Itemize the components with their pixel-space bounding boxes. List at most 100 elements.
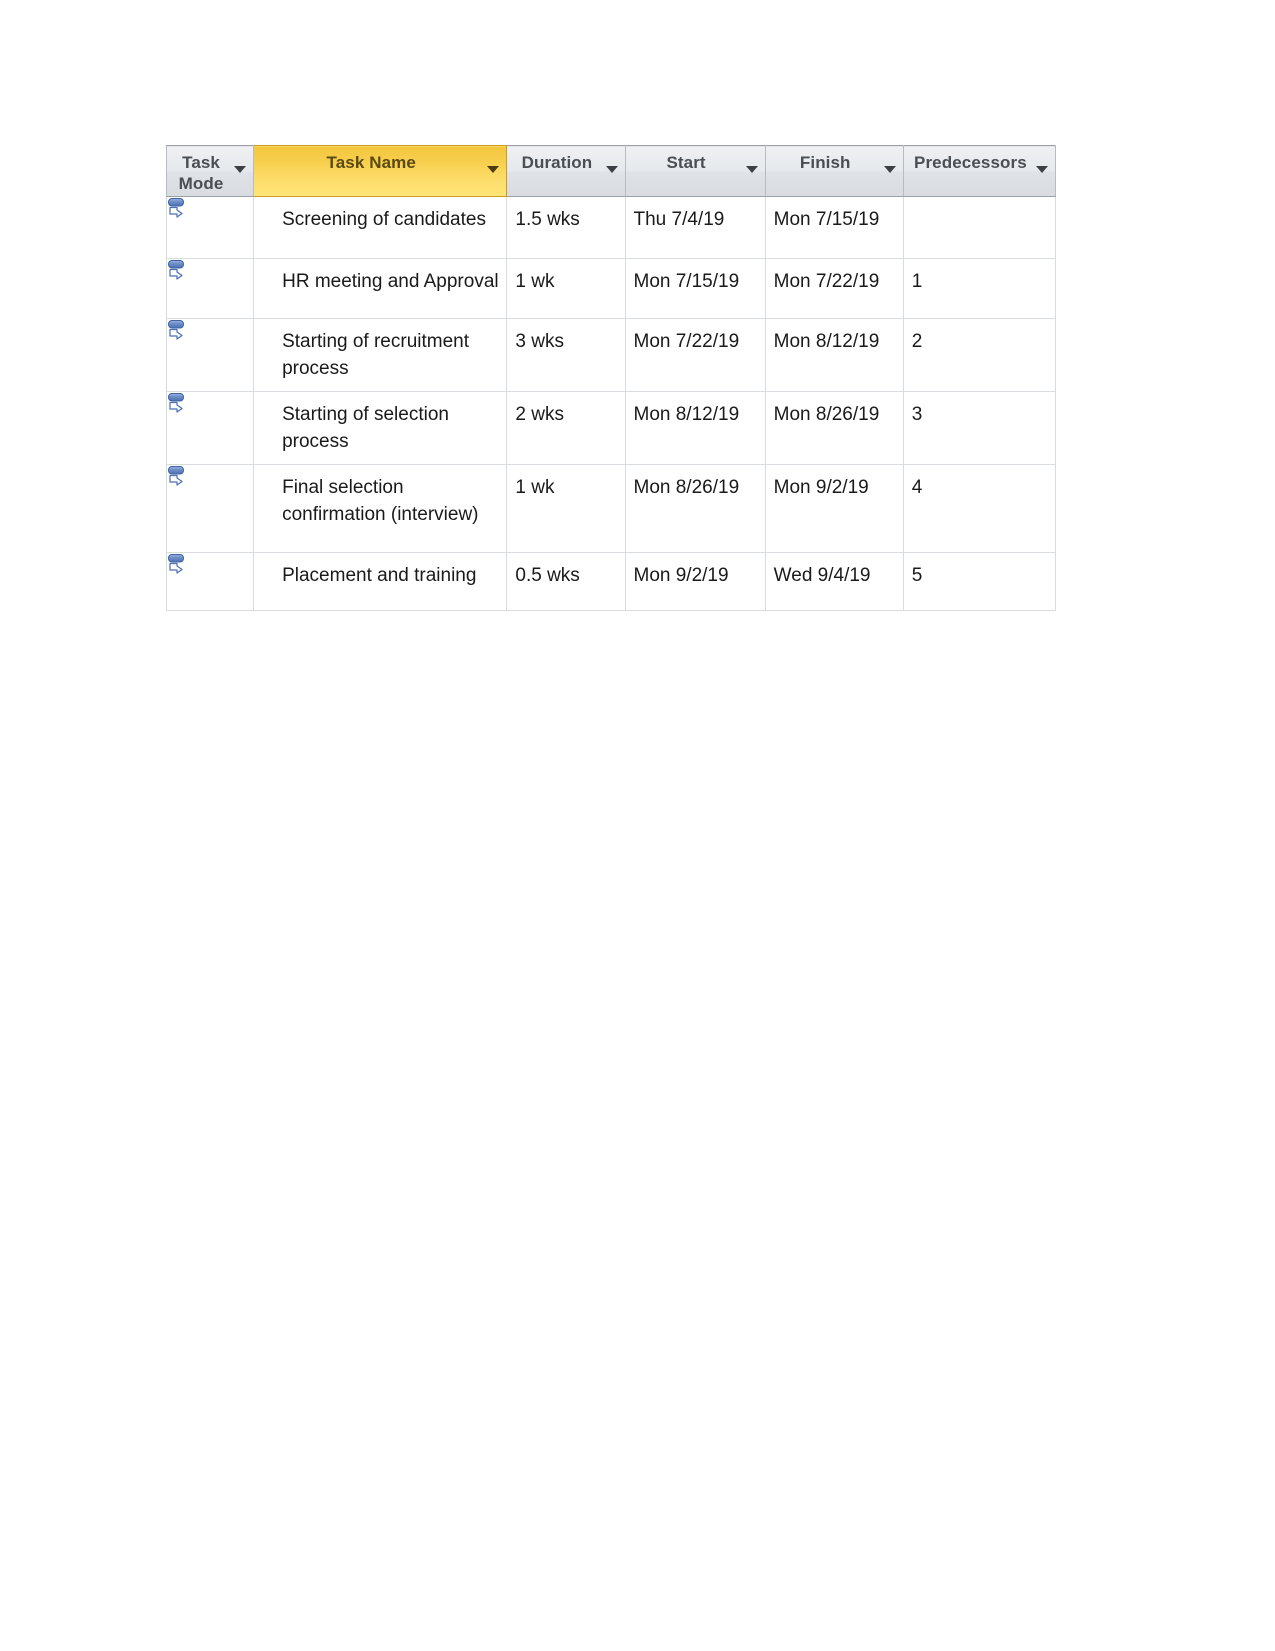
duration-cell[interactable]: 2 wks — [506, 391, 626, 465]
table-header-row: Task Mode Task Name Duration Start Finis… — [165, 145, 1057, 197]
table-row[interactable]: Starting of selection process 2 wks Mon … — [165, 391, 1057, 465]
finish-value: Mon 7/15/19 — [773, 209, 880, 230]
column-header-predecessors-label: Predecessors — [914, 153, 1027, 172]
start-value: Thu 7/4/19 — [633, 209, 725, 230]
start-cell[interactable]: Mon 7/15/19 — [625, 258, 766, 319]
predecessors-value: 5 — [911, 565, 923, 586]
table-row[interactable]: Placement and training 0.5 wks Mon 9/2/1… — [165, 552, 1057, 611]
predecessors-value — [904, 197, 1055, 215]
predecessors-cell[interactable]: 4 — [903, 464, 1057, 553]
column-header-finish[interactable]: Finish — [765, 145, 904, 197]
duration-value: 3 wks — [515, 331, 564, 352]
duration-cell[interactable]: 1.5 wks — [506, 196, 626, 259]
finish-cell[interactable]: Mon 7/22/19 — [765, 258, 904, 319]
task-name-cell[interactable]: HR meeting and Approval — [253, 258, 508, 319]
duration-cell[interactable]: 1 wk — [506, 258, 626, 319]
finish-value: Mon 8/26/19 — [773, 404, 880, 425]
task-name-value: Screening of candidates — [282, 209, 486, 230]
finish-value: Mon 7/22/19 — [773, 271, 880, 292]
project-task-table: Task Mode Task Name Duration Start Finis… — [165, 145, 1057, 611]
task-name-cell[interactable]: Starting of selection process — [253, 391, 508, 465]
start-cell[interactable]: Mon 7/22/19 — [625, 318, 766, 392]
task-mode-cell[interactable] — [165, 318, 255, 392]
duration-cell[interactable]: 0.5 wks — [506, 552, 626, 611]
filter-dropdown-icon[interactable] — [1036, 166, 1048, 173]
table-row[interactable]: Screening of candidates 1.5 wks Thu 7/4/… — [165, 196, 1057, 259]
task-name-value: Starting of recruitment process — [282, 331, 470, 379]
duration-value: 1.5 wks — [515, 209, 580, 230]
finish-value: Mon 9/2/19 — [773, 477, 869, 498]
filter-dropdown-icon[interactable] — [605, 166, 618, 173]
task-name-cell[interactable]: Placement and training — [253, 552, 508, 611]
start-value: Mon 8/26/19 — [633, 477, 740, 498]
predecessors-cell[interactable] — [903, 196, 1057, 259]
finish-cell[interactable]: Wed 9/4/19 — [765, 552, 904, 611]
column-header-task-name-label: Task Name — [326, 153, 416, 172]
predecessors-cell[interactable]: 5 — [903, 552, 1057, 611]
filter-dropdown-icon[interactable] — [487, 166, 500, 173]
predecessors-cell[interactable]: 2 — [903, 318, 1057, 392]
table-body: Screening of candidates 1.5 wks Thu 7/4/… — [165, 196, 1057, 611]
column-header-task-name[interactable]: Task Name — [253, 145, 508, 197]
predecessors-value: 4 — [911, 477, 923, 498]
predecessors-value: 1 — [911, 271, 923, 292]
document-page: Task Mode Task Name Duration Start Finis… — [0, 0, 1275, 1651]
filter-dropdown-icon[interactable] — [883, 166, 896, 173]
manually-scheduled-task-icon — [167, 259, 193, 285]
column-header-start-label: Start — [666, 153, 706, 172]
manually-scheduled-task-icon — [167, 392, 193, 418]
duration-value: 1 wk — [515, 477, 555, 498]
column-header-task-mode[interactable]: Task Mode — [165, 145, 255, 197]
task-mode-cell[interactable] — [165, 196, 255, 259]
manually-scheduled-task-icon — [167, 553, 193, 579]
task-name-value: Starting of selection process — [282, 404, 449, 452]
task-mode-cell[interactable] — [165, 258, 255, 319]
column-header-start[interactable]: Start — [625, 145, 766, 197]
start-value: Mon 8/12/19 — [633, 404, 740, 425]
column-header-duration[interactable]: Duration — [506, 145, 626, 197]
task-name-value: Placement and training — [282, 565, 477, 586]
finish-value: Wed 9/4/19 — [773, 565, 871, 586]
task-name-value: HR meeting and Approval — [282, 271, 499, 292]
task-mode-cell[interactable] — [165, 464, 255, 553]
start-cell[interactable]: Mon 8/26/19 — [625, 464, 766, 553]
start-value: Mon 7/15/19 — [633, 271, 740, 292]
task-name-cell[interactable]: Final selection confirmation (interview) — [253, 464, 508, 553]
start-cell[interactable]: Mon 8/12/19 — [625, 391, 766, 465]
duration-value: 0.5 wks — [515, 565, 580, 586]
duration-value: 2 wks — [515, 404, 564, 425]
duration-value: 1 wk — [515, 271, 555, 292]
column-header-task-mode-label: Task Mode — [178, 153, 224, 193]
duration-cell[interactable]: 3 wks — [506, 318, 626, 392]
table-row[interactable]: HR meeting and Approval 1 wk Mon 7/15/19… — [165, 258, 1057, 319]
table-row[interactable]: Final selection confirmation (interview)… — [165, 464, 1057, 553]
manually-scheduled-task-icon — [167, 197, 193, 223]
predecessors-value: 3 — [911, 404, 923, 425]
task-mode-cell[interactable] — [165, 391, 255, 465]
table-row[interactable]: Starting of recruitment process 3 wks Mo… — [165, 318, 1057, 392]
predecessors-cell[interactable]: 3 — [903, 391, 1057, 465]
manually-scheduled-task-icon — [167, 465, 193, 491]
manually-scheduled-task-icon — [167, 319, 193, 345]
start-value: Mon 9/2/19 — [633, 565, 729, 586]
finish-cell[interactable]: Mon 9/2/19 — [765, 464, 904, 553]
start-cell[interactable]: Mon 9/2/19 — [625, 552, 766, 611]
task-name-value: Final selection confirmation (interview) — [282, 477, 479, 525]
duration-cell[interactable]: 1 wk — [506, 464, 626, 553]
finish-cell[interactable]: Mon 8/12/19 — [765, 318, 904, 392]
filter-dropdown-icon[interactable] — [745, 166, 758, 173]
column-header-duration-label: Duration — [521, 153, 593, 172]
predecessors-cell[interactable]: 1 — [903, 258, 1057, 319]
filter-dropdown-icon[interactable] — [234, 166, 247, 173]
finish-value: Mon 8/12/19 — [773, 331, 880, 352]
predecessors-value: 2 — [911, 331, 923, 352]
start-cell[interactable]: Thu 7/4/19 — [625, 196, 766, 259]
task-name-cell[interactable]: Screening of candidates — [253, 196, 508, 259]
task-name-cell[interactable]: Starting of recruitment process — [253, 318, 508, 392]
start-value: Mon 7/22/19 — [633, 331, 740, 352]
column-header-predecessors[interactable]: Predecessors — [903, 145, 1057, 197]
finish-cell[interactable]: Mon 8/26/19 — [765, 391, 904, 465]
task-mode-cell[interactable] — [165, 552, 255, 611]
column-header-finish-label: Finish — [799, 153, 851, 172]
finish-cell[interactable]: Mon 7/15/19 — [765, 196, 904, 259]
